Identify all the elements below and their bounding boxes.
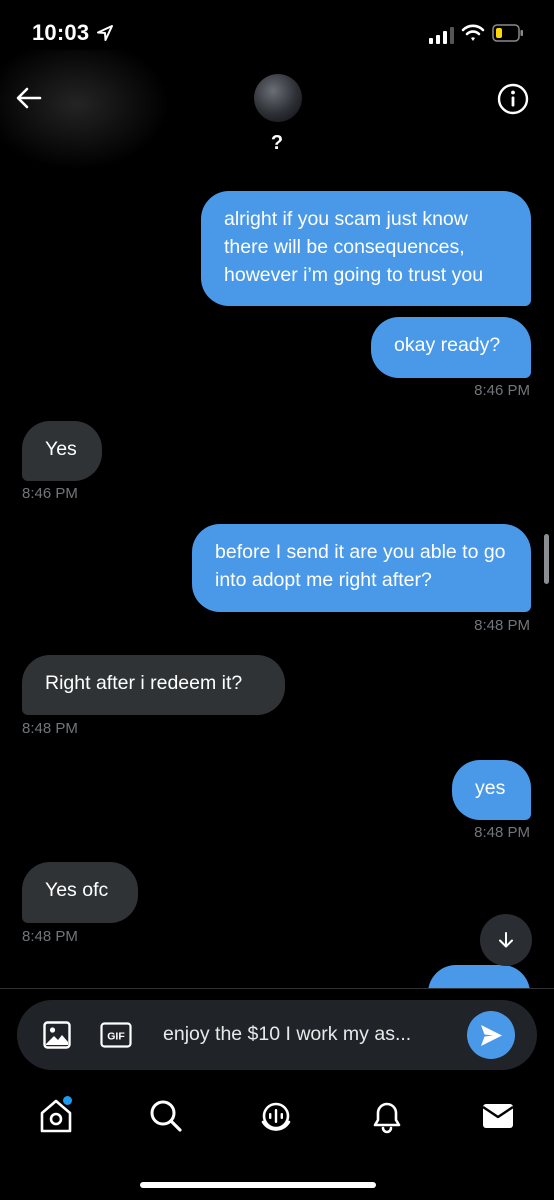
search-icon[interactable] [146,1096,186,1136]
status-time: 10:03 [32,20,90,45]
message-input[interactable]: enjoy the $10 I work my as... [163,1023,411,1046]
scrollbar[interactable] [544,534,549,584]
home-indicator[interactable] [140,1182,376,1188]
send-button[interactable] [467,1011,515,1059]
message-timestamp: 8:48 PM [474,824,530,841]
info-icon[interactable] [496,82,530,116]
message-bubble-received[interactable]: Right after i redeem it? [22,655,285,715]
notification-dot [61,1094,74,1107]
messages-icon[interactable] [478,1096,518,1136]
send-icon [481,1025,502,1046]
signal-icon [429,27,454,44]
message-bubble-received[interactable]: Yes ofc [22,862,138,923]
image-icon[interactable] [42,1020,72,1050]
message-bubble-sent[interactable]: yes [452,760,531,820]
avatar[interactable] [254,74,302,122]
back-arrow-icon[interactable] [14,83,44,113]
contact-name[interactable]: ? [262,132,292,155]
message-timestamp: 8:48 PM [22,720,78,737]
location-arrow-icon [97,25,113,41]
message-timestamp: 8:46 PM [474,382,530,399]
battery-icon [492,24,523,42]
spaces-icon[interactable] [256,1096,296,1136]
message-bubble-sent[interactable]: okay ready? [371,317,531,378]
arrow-down-icon [499,932,513,948]
wifi-icon [461,24,485,41]
message-bubble-sent[interactable]: before I send it are you able to go into… [192,524,531,612]
gif-icon[interactable]: GIF [100,1022,132,1048]
message-timestamp: 8:48 PM [22,928,78,945]
message-timestamp: 8:46 PM [22,485,78,502]
message-timestamp: 8:48 PM [474,617,530,634]
notifications-icon[interactable] [367,1096,407,1136]
svg-text:GIF: GIF [107,1031,125,1043]
message-bubble-sent[interactable]: alright if you scam just know there will… [201,191,531,306]
scroll-to-bottom-button[interactable] [480,914,532,966]
message-bubble-received[interactable]: Yes [22,421,102,481]
